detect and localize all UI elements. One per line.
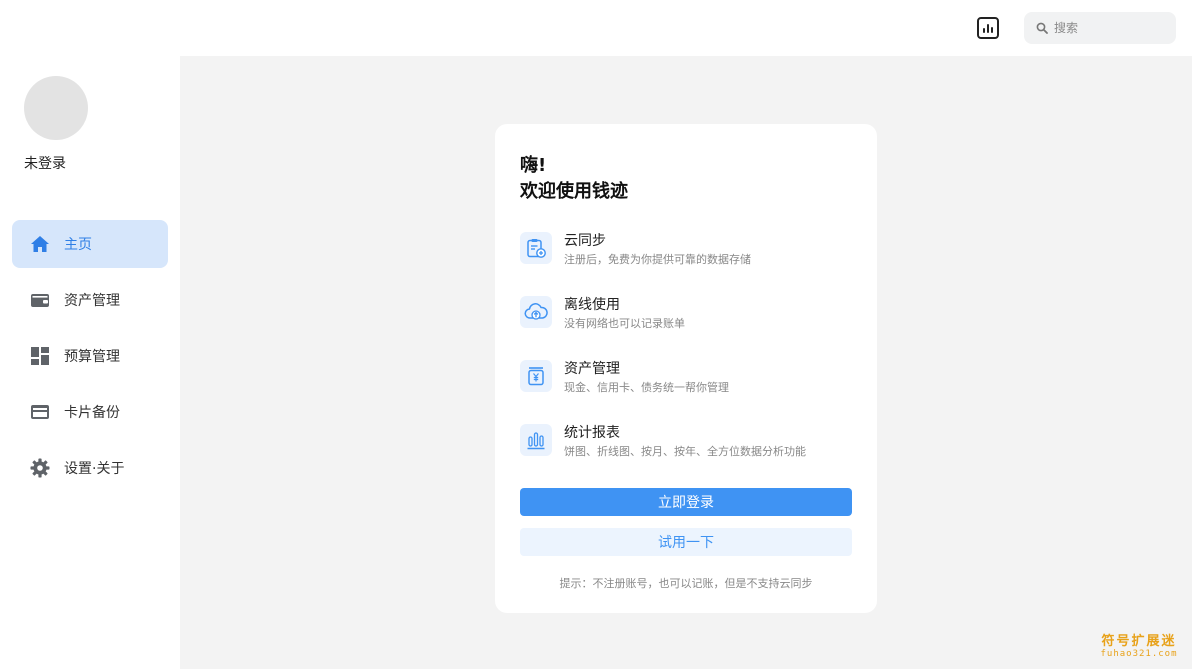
feature-item-assets: 资产管理 现金、信用卡、债务统一帮你管理 — [520, 358, 850, 398]
sidebar-item-settings[interactable]: 设置·关于 — [12, 444, 168, 492]
welcome-title: 欢迎使用钱迹 — [520, 181, 628, 202]
sidebar-item-home[interactable]: 主页 — [12, 220, 168, 268]
hint-text: 提示：不注册账号，也可以记账，但是不支持云同步 — [559, 577, 813, 590]
feature-desc: 现金、信用卡、债务统一帮你管理 — [564, 381, 729, 394]
watermark-title: 符号扩展迷 — [1101, 634, 1177, 649]
feature-item-reports: 统计报表 饼图、折线图、按月、按年、全方位数据分析功能 — [520, 422, 850, 462]
sidebar-item-assets[interactable]: 资产管理 — [12, 276, 168, 324]
clipboard-sync-icon — [520, 232, 552, 264]
watermark-url: fuhao321.com — [1100, 649, 1178, 659]
feature-title: 统计报表 — [564, 425, 620, 441]
watermark: 符号扩展迷 fuhao321.com — [1094, 630, 1184, 659]
top-bar — [0, 0, 1192, 56]
feature-title: 离线使用 — [564, 297, 620, 313]
feature-title: 资产管理 — [564, 361, 620, 377]
search-input[interactable] — [1054, 21, 1164, 35]
sidebar-item-label: 预算管理 — [64, 349, 120, 365]
username-label: 未登录 — [24, 156, 66, 172]
try-button[interactable]: 试用一下 — [520, 528, 852, 556]
feature-title: 云同步 — [564, 233, 606, 249]
search-icon — [1036, 19, 1048, 38]
sidebar-item-budget[interactable]: 预算管理 — [12, 332, 168, 380]
main-content: 嗨! 欢迎使用钱迹 云同步 注册后，免费为你提供可靠的数据存储 离线使用 没有网… — [180, 56, 1192, 669]
login-button[interactable]: 立即登录 — [520, 488, 852, 516]
yen-jar-icon — [520, 360, 552, 392]
greeting-text: 嗨! — [520, 155, 547, 176]
feature-item-cloud-sync: 云同步 注册后，免费为你提供可靠的数据存储 — [520, 230, 850, 270]
sidebar-item-card-backup[interactable]: 卡片备份 — [12, 388, 168, 436]
sidebar-item-label: 主页 — [64, 237, 92, 253]
card-icon — [30, 402, 50, 422]
gear-icon — [30, 458, 50, 478]
wallet-icon — [30, 290, 50, 310]
bar-chart-icon — [520, 424, 552, 456]
sidebar: 未登录 主页 资产管理 预算管理 卡片备份 设置·关于 — [0, 56, 180, 669]
cloud-upload-icon — [520, 296, 552, 328]
bar-chart-icon[interactable] — [977, 17, 999, 39]
sidebar-item-label: 设置·关于 — [64, 461, 125, 477]
feature-item-offline: 离线使用 没有网络也可以记录账单 — [520, 294, 850, 334]
dashboard-icon — [30, 346, 50, 366]
avatar[interactable] — [24, 76, 88, 140]
feature-desc: 注册后，免费为你提供可靠的数据存储 — [564, 253, 751, 266]
search-box[interactable] — [1024, 12, 1176, 44]
sidebar-item-label: 资产管理 — [64, 293, 120, 309]
feature-desc: 没有网络也可以记录账单 — [564, 317, 685, 330]
sidebar-item-label: 卡片备份 — [64, 405, 120, 421]
welcome-card: 嗨! 欢迎使用钱迹 云同步 注册后，免费为你提供可靠的数据存储 离线使用 没有网… — [495, 124, 877, 613]
home-icon — [30, 234, 50, 254]
feature-desc: 饼图、折线图、按月、按年、全方位数据分析功能 — [564, 445, 806, 458]
